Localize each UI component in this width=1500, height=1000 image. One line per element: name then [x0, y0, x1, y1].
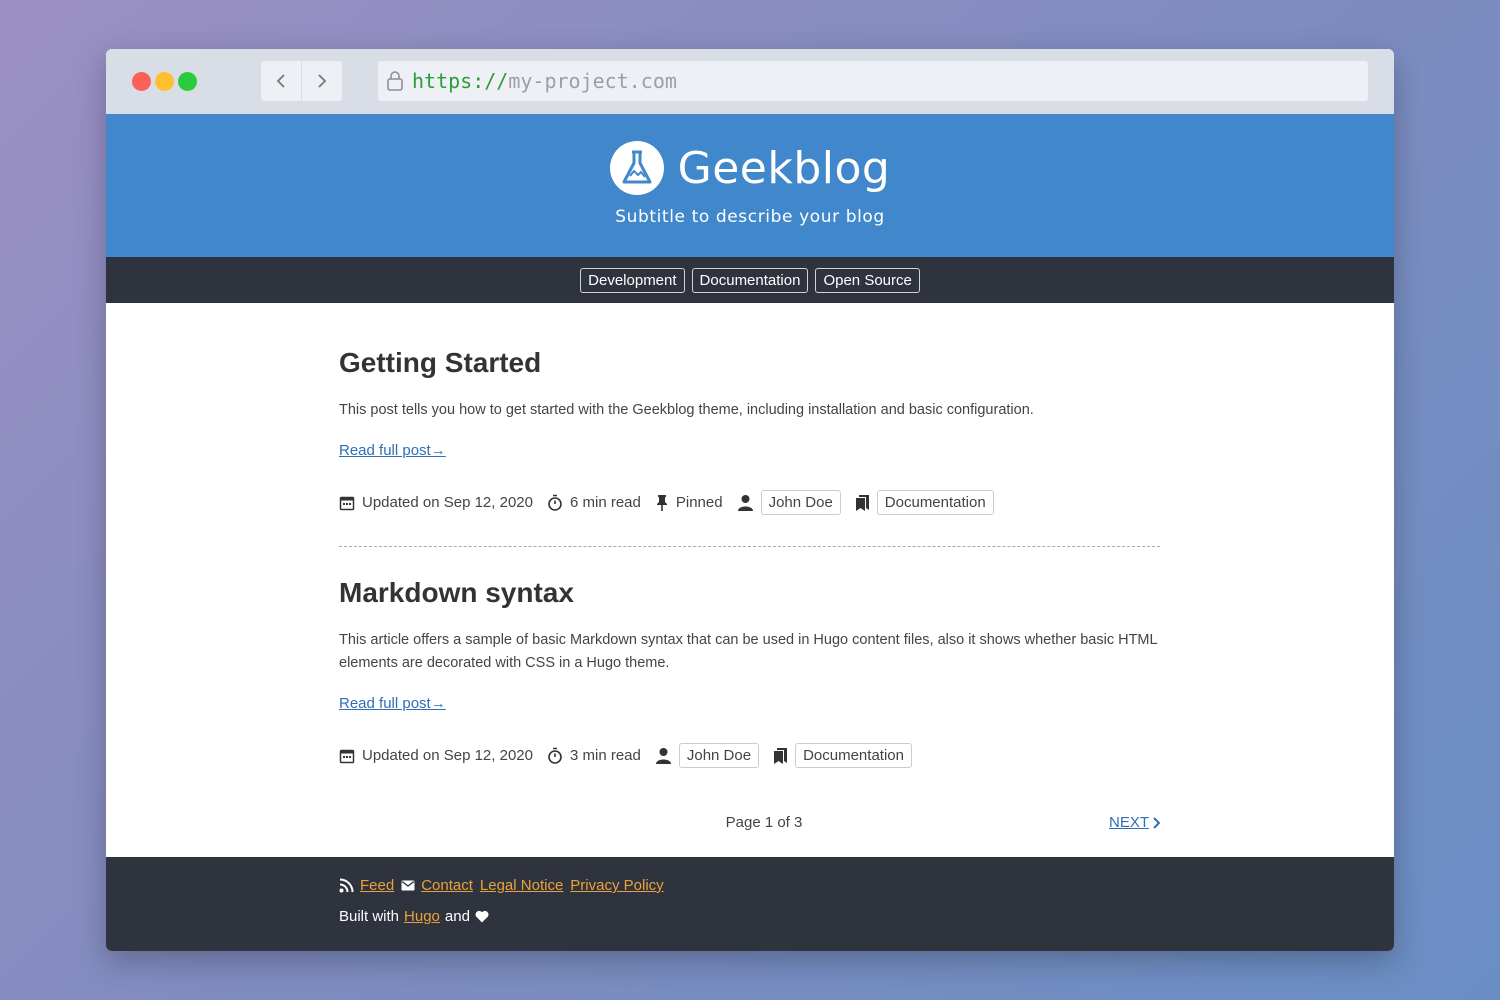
category-menu: Development Documentation Open Source: [106, 257, 1394, 303]
minimize-window-button[interactable]: [155, 72, 174, 91]
heart-icon: [475, 910, 489, 923]
url-scheme: https://: [412, 69, 509, 93]
post-title[interactable]: Getting Started: [339, 347, 1161, 379]
site-subtitle: Subtitle to describe your blog: [615, 207, 885, 227]
mail-icon: [401, 880, 415, 891]
menu-item-open-source[interactable]: Open Source: [815, 267, 920, 293]
url-host: my-project.com: [508, 69, 677, 93]
browser-window: https://my-project.com Geekblog Subtitle…: [106, 49, 1394, 951]
site-header: Geekblog Subtitle to describe your blog: [106, 114, 1394, 257]
post-list: Getting Started This post tells you how …: [106, 303, 1161, 831]
calendar-icon: [339, 496, 355, 510]
category-tag[interactable]: Documentation: [795, 743, 912, 768]
footer-links: Feed Contact Legal Notice Privacy Policy: [339, 877, 1394, 894]
pagination: Page 1 of 3 NEXT: [339, 814, 1160, 831]
post-meta: Updated on Sep 12, 2020 6 min read Pinne…: [339, 490, 1161, 515]
post-divider: [339, 546, 1160, 547]
post-item: Markdown syntax This article offers a sa…: [339, 577, 1161, 768]
read-more-link[interactable]: Read full post→: [339, 442, 446, 459]
category-tag[interactable]: Documentation: [876, 490, 994, 515]
author-tag[interactable]: John Doe: [760, 490, 841, 515]
back-arrow-icon: [276, 74, 285, 88]
person-icon: [737, 495, 753, 511]
built-with-text: Built with: [339, 908, 400, 925]
back-button[interactable]: [261, 61, 301, 101]
forward-arrow-icon: [318, 74, 327, 88]
contact-link[interactable]: Contact: [421, 877, 473, 894]
site-footer: Feed Contact Legal Notice Privacy Policy…: [106, 857, 1394, 951]
post-date: Updated on Sep 12, 2020: [362, 747, 533, 764]
maximize-window-button[interactable]: [178, 72, 197, 91]
author-tag[interactable]: John Doe: [678, 743, 760, 768]
site-title: Geekblog: [677, 142, 891, 194]
post-title[interactable]: Markdown syntax: [339, 577, 1161, 609]
menu-item-development[interactable]: Development: [580, 267, 685, 293]
person-icon: [655, 748, 671, 764]
site-brand[interactable]: Geekblog: [106, 141, 1394, 195]
post-item: Getting Started This post tells you how …: [339, 347, 1161, 515]
timer-icon: [548, 494, 562, 511]
hugo-link[interactable]: Hugo: [404, 908, 440, 925]
post-date: Updated on Sep 12, 2020: [362, 494, 533, 511]
built-with-line: Built with Hugo and: [339, 908, 1394, 925]
post-read-time: 3 min read: [569, 747, 641, 764]
flask-logo-icon: [609, 141, 664, 195]
close-window-button[interactable]: [132, 72, 151, 91]
bookmarks-icon: [855, 495, 869, 511]
and-text: and: [444, 908, 470, 925]
bookmarks-icon: [774, 748, 788, 764]
post-excerpt: This post tells you how to get started w…: [339, 402, 1034, 418]
chevron-right-icon: [1153, 816, 1160, 829]
page-indicator: Page 1 of 3: [725, 814, 803, 831]
read-more-link[interactable]: Read full post→: [339, 695, 446, 712]
forward-button[interactable]: [302, 61, 342, 101]
timer-icon: [548, 747, 562, 764]
privacy-policy-link[interactable]: Privacy Policy: [570, 877, 663, 894]
legal-notice-link[interactable]: Legal Notice: [480, 877, 563, 894]
post-meta: Updated on Sep 12, 2020 3 min read John …: [339, 743, 1161, 768]
address-bar[interactable]: https://my-project.com: [378, 61, 1368, 101]
calendar-icon: [339, 749, 355, 763]
post-pinned: Pinned: [675, 494, 723, 511]
feed-link[interactable]: Feed: [360, 877, 394, 894]
pin-icon: [656, 495, 667, 511]
browser-chrome: https://my-project.com: [106, 49, 1394, 114]
menu-item-documentation[interactable]: Documentation: [691, 267, 809, 293]
post-excerpt: This article offers a sample of basic Ma…: [339, 632, 1158, 671]
lock-icon: [386, 71, 404, 91]
rss-icon: [339, 878, 354, 893]
next-page-link[interactable]: NEXT: [1109, 814, 1160, 831]
post-read-time: 6 min read: [569, 494, 641, 511]
